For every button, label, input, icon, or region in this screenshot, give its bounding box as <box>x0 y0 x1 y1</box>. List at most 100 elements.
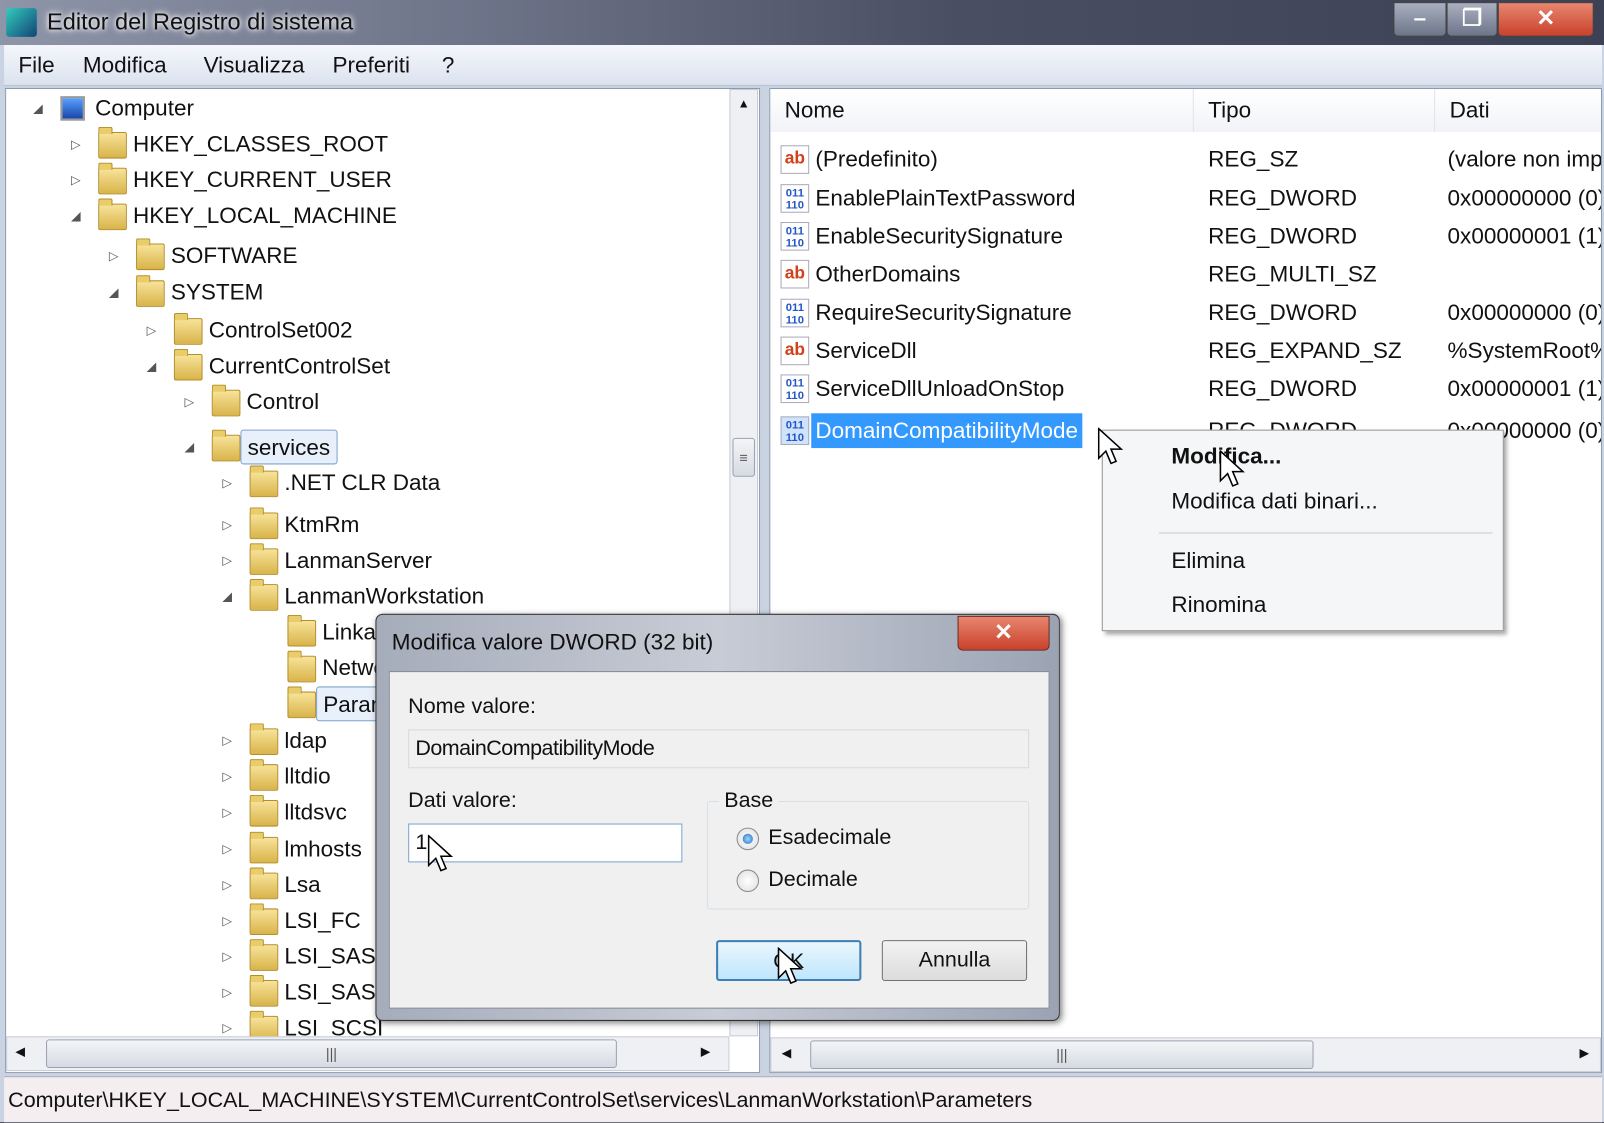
tree-item[interactable]: LSI_SAS2 <box>284 975 388 1010</box>
scroll-left-arrow-icon[interactable]: ◀ <box>15 1044 24 1058</box>
scroll-right-arrow-icon[interactable]: ▶ <box>701 1044 710 1058</box>
value-data[interactable]: 0x00000000 (0) <box>1448 296 1601 331</box>
expand-arrow-icon[interactable]: ▷ <box>106 249 120 263</box>
tree-item[interactable]: LanmanServer <box>284 543 432 578</box>
menu-visualizza[interactable]: Visualizza <box>204 52 305 79</box>
menu-item-modifica-dati-binari[interactable]: Modifica dati binari... <box>1171 488 1377 515</box>
collapse-arrow-icon[interactable]: ◢ <box>69 209 83 223</box>
tree-item[interactable]: Control <box>247 385 320 420</box>
expand-arrow-icon[interactable]: ▷ <box>220 914 234 928</box>
tree-item[interactable]: LSI_SAS <box>284 939 375 974</box>
scroll-up-arrow-icon[interactable]: ▲ <box>738 96 750 110</box>
collapse-arrow-icon[interactable]: ◢ <box>106 285 120 299</box>
expand-arrow-icon[interactable]: ▷ <box>220 805 234 819</box>
collapse-arrow-icon[interactable]: ◢ <box>144 359 158 373</box>
column-header-tipo[interactable]: Tipo <box>1193 89 1436 132</box>
tree-item[interactable]: lltdsvc <box>284 795 347 830</box>
tree-item[interactable]: services <box>240 429 338 465</box>
scrollbar-thumb[interactable]: ≡ <box>732 437 755 477</box>
values-horizontal-scrollbar[interactable]: ◀ ||| ▶ <box>770 1037 1601 1073</box>
scroll-left-arrow-icon[interactable]: ◀ <box>782 1046 791 1060</box>
tree-item[interactable]: HKEY_CURRENT_USER <box>133 163 392 198</box>
menu-item-rinomina[interactable]: Rinomina <box>1171 591 1266 618</box>
value-type[interactable]: REG_DWORD <box>1208 181 1357 216</box>
tree-item[interactable]: lmhosts <box>284 832 362 867</box>
tree-item[interactable]: Computer <box>95 91 194 126</box>
tree-item[interactable]: ldap <box>284 723 327 758</box>
tree-item[interactable]: ControlSet002 <box>209 313 353 348</box>
value-type[interactable]: REG_EXPAND_SZ <box>1208 333 1401 368</box>
value-data[interactable]: 0x00000001 (1) <box>1448 371 1601 406</box>
tree-item[interactable]: KtmRm <box>284 507 359 542</box>
cancel-button[interactable]: Annulla <box>881 940 1028 982</box>
minimize-button[interactable]: – <box>1393 2 1447 37</box>
value-data[interactable]: 0x00000001 (1) <box>1448 219 1601 254</box>
value-name[interactable]: ServiceDll <box>815 333 916 368</box>
expand-arrow-icon[interactable]: ▷ <box>220 733 234 747</box>
value-type[interactable]: REG_SZ <box>1208 142 1298 177</box>
value-name[interactable]: OtherDomains <box>815 257 960 292</box>
expand-arrow-icon[interactable]: ▷ <box>220 949 234 963</box>
tree-item[interactable]: .NET CLR Data <box>284 465 440 500</box>
tree-item[interactable]: lltdio <box>284 759 330 794</box>
radio-decimale[interactable] <box>736 869 760 893</box>
context-menu: Modifica... Modifica dati binari... Elim… <box>1101 429 1504 632</box>
expand-arrow-icon[interactable]: ▷ <box>220 518 234 532</box>
menu-file[interactable]: File <box>18 52 54 79</box>
expand-arrow-icon[interactable]: ▷ <box>220 1021 234 1035</box>
value-type[interactable]: REG_MULTI_SZ <box>1208 257 1376 292</box>
column-header-dati[interactable]: Dati <box>1435 89 1601 132</box>
collapse-arrow-icon[interactable]: ◢ <box>31 101 45 115</box>
collapse-arrow-icon[interactable]: ◢ <box>182 440 196 454</box>
radio-esadecimale-label[interactable]: Esadecimale <box>768 826 891 851</box>
tree-horizontal-scrollbar[interactable]: ◀ ||| ▶ <box>6 1036 730 1072</box>
value-type[interactable]: REG_DWORD <box>1208 296 1357 331</box>
dialog-close-button[interactable]: ✕ <box>957 615 1050 651</box>
close-button[interactable]: ✕ <box>1497 2 1594 37</box>
tree-item[interactable]: HKEY_CLASSES_ROOT <box>133 127 388 162</box>
tree-item[interactable]: HKEY_LOCAL_MACHINE <box>133 198 397 233</box>
expand-arrow-icon[interactable]: ▷ <box>220 985 234 999</box>
tree-item[interactable]: Lsa <box>284 868 320 903</box>
expand-arrow-icon[interactable]: ▷ <box>220 553 234 567</box>
expand-arrow-icon[interactable]: ▷ <box>182 395 196 409</box>
scrollbar-thumb[interactable]: ||| <box>46 1039 617 1069</box>
value-type[interactable]: REG_DWORD <box>1208 219 1357 254</box>
value-name-field[interactable]: DomainCompatibilityMode <box>408 729 1030 769</box>
value-data[interactable]: %SystemRoot% <box>1448 333 1601 368</box>
menu-modifica[interactable]: Modifica <box>83 52 167 79</box>
expand-arrow-icon[interactable]: ▷ <box>144 323 158 337</box>
scrollbar-thumb[interactable]: ||| <box>810 1040 1314 1070</box>
value-name[interactable]: DomainCompatibilityMode <box>811 413 1083 449</box>
expand-arrow-icon[interactable]: ▷ <box>220 878 234 892</box>
menu-preferiti[interactable]: Preferiti <box>332 52 410 79</box>
tree-item[interactable]: LSI_FC <box>284 903 360 938</box>
tree-item[interactable]: SYSTEM <box>171 275 264 310</box>
value-data[interactable]: 0x00000000 (0) <box>1448 181 1601 216</box>
menu-help[interactable]: ? <box>442 52 455 79</box>
value-name[interactable]: RequireSecuritySignature <box>815 296 1071 331</box>
value-data[interactable]: (valore non impostato) <box>1448 142 1601 177</box>
tree-item[interactable]: CurrentControlSet <box>209 349 390 384</box>
value-type[interactable]: REG_DWORD <box>1208 371 1357 406</box>
radio-decimale-label[interactable]: Decimale <box>768 868 858 893</box>
tree-item[interactable]: LanmanWorkstation <box>284 579 484 614</box>
column-header-nome[interactable]: Nome <box>770 89 1194 132</box>
collapse-arrow-icon[interactable]: ◢ <box>220 589 234 603</box>
scroll-right-arrow-icon[interactable]: ▶ <box>1580 1046 1589 1060</box>
value-name[interactable]: EnablePlainTextPassword <box>815 181 1075 216</box>
value-name[interactable]: EnableSecuritySignature <box>815 219 1063 254</box>
expand-arrow-icon[interactable]: ▷ <box>220 769 234 783</box>
maximize-button[interactable]: ❐ <box>1446 2 1498 37</box>
value-name[interactable]: ServiceDllUnloadOnStop <box>815 371 1064 406</box>
expand-arrow-icon[interactable]: ▷ <box>69 137 83 151</box>
menu-item-elimina[interactable]: Elimina <box>1171 547 1245 574</box>
expand-arrow-icon[interactable]: ▷ <box>69 173 83 187</box>
folder-icon <box>249 543 279 575</box>
expand-arrow-icon[interactable]: ▷ <box>220 842 234 856</box>
folder-icon <box>287 686 317 719</box>
radio-esadecimale[interactable] <box>736 827 760 851</box>
expand-arrow-icon[interactable]: ▷ <box>220 476 234 490</box>
tree-item[interactable]: SOFTWARE <box>171 238 298 273</box>
value-name[interactable]: (Predefinito) <box>815 142 938 177</box>
